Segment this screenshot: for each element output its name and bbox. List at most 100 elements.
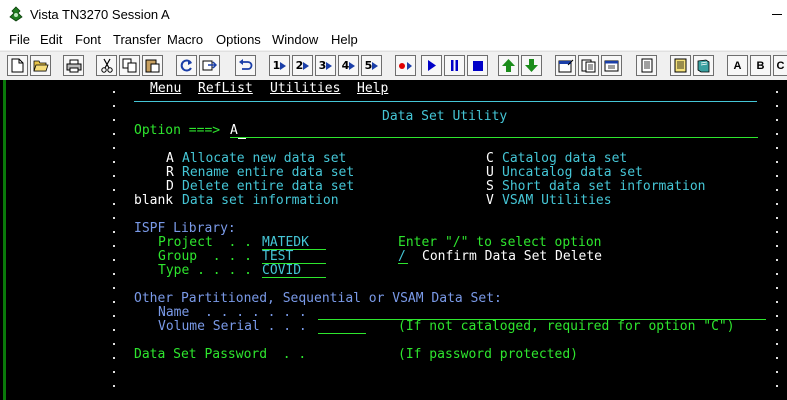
play-small-icon bbox=[372, 61, 379, 70]
paste-icon bbox=[145, 59, 160, 73]
option-desc-allocate: Allocate new data set bbox=[182, 151, 347, 166]
folder-open-icon bbox=[32, 60, 49, 72]
notes-button[interactable] bbox=[670, 55, 691, 76]
volume-serial-input[interactable] bbox=[318, 333, 366, 334]
library-header: ISPF Library: bbox=[134, 221, 236, 236]
undo-icon bbox=[239, 59, 253, 70]
macro-1-button[interactable]: 1 bbox=[269, 55, 290, 76]
help-book-button[interactable] bbox=[693, 55, 714, 76]
toolbar: 1 2 3 4 5 A B C bbox=[0, 51, 787, 80]
new-document-button[interactable] bbox=[7, 55, 28, 76]
option-key-c: C bbox=[486, 151, 494, 166]
option-desc-catalog: Catalog data set bbox=[502, 151, 628, 166]
option-desc-rename: Rename entire data set bbox=[182, 165, 355, 180]
cut-button[interactable] bbox=[96, 55, 117, 76]
file-transfer-button[interactable] bbox=[636, 55, 657, 76]
key-c-button[interactable]: C bbox=[773, 55, 787, 76]
play-small-icon bbox=[349, 61, 356, 70]
paste-button[interactable] bbox=[142, 55, 163, 76]
terminal-border bbox=[3, 80, 6, 400]
name-label: Name . . . . . . . bbox=[158, 305, 307, 320]
margin-dot bbox=[113, 231, 115, 233]
confirm-delete-input[interactable]: / bbox=[398, 250, 406, 264]
margin-dot bbox=[113, 385, 115, 387]
action-bar-separator bbox=[134, 101, 757, 102]
key-a-button[interactable]: A bbox=[727, 55, 748, 76]
copy-button[interactable] bbox=[119, 55, 140, 76]
play-small-icon bbox=[303, 61, 310, 70]
margin-dot bbox=[776, 91, 778, 93]
menu-font[interactable]: Font bbox=[75, 32, 101, 47]
margin-dot bbox=[776, 119, 778, 121]
type-input[interactable]: COVID bbox=[262, 264, 301, 278]
minimize-button[interactable] bbox=[760, 0, 787, 30]
group-input[interactable]: TEST bbox=[262, 250, 293, 264]
option-desc-vsam: VSAM Utilities bbox=[502, 193, 612, 208]
refresh-button[interactable] bbox=[176, 55, 197, 76]
stop-macro-button[interactable] bbox=[467, 55, 488, 76]
option-key-r: R bbox=[166, 165, 174, 180]
reconnect-button[interactable] bbox=[199, 55, 220, 76]
pause-macro-button[interactable] bbox=[444, 55, 465, 76]
menu-bar: File Edit Font Transfer Macro Options Wi… bbox=[0, 30, 787, 50]
menu-edit[interactable]: Edit bbox=[40, 32, 62, 47]
open-folder-button[interactable] bbox=[30, 55, 51, 76]
margin-dot bbox=[113, 119, 115, 121]
margin-dot bbox=[113, 175, 115, 177]
keyboard-map-button[interactable] bbox=[578, 55, 599, 76]
type-label: Type . . . . bbox=[158, 263, 252, 278]
play-macro-button[interactable] bbox=[421, 55, 442, 76]
margin-dot bbox=[113, 245, 115, 247]
margin-dot bbox=[113, 357, 115, 359]
margin-dot bbox=[113, 315, 115, 317]
option-input[interactable]: A bbox=[230, 124, 238, 138]
margin-dot bbox=[776, 217, 778, 219]
margin-dot bbox=[776, 273, 778, 275]
margin-dot bbox=[776, 287, 778, 289]
session-settings-button[interactable] bbox=[555, 55, 576, 76]
macro-2-button[interactable]: 2 bbox=[292, 55, 313, 76]
menu-help[interactable]: Help bbox=[331, 32, 358, 47]
print-button[interactable] bbox=[63, 55, 84, 76]
menu-options[interactable]: Options bbox=[216, 32, 261, 47]
ispf-menu-reflist[interactable]: RefList bbox=[198, 82, 253, 96]
panel-title: Data Set Utility bbox=[382, 109, 508, 124]
page-down-button[interactable] bbox=[521, 55, 542, 76]
password-label: Data Set Password . . bbox=[134, 347, 307, 362]
scissors-icon bbox=[100, 58, 113, 73]
option-key-blank: blank bbox=[134, 193, 174, 208]
margin-dot bbox=[113, 161, 115, 163]
undo-button[interactable] bbox=[235, 55, 256, 76]
refresh-icon bbox=[180, 59, 192, 72]
ispf-menu-help[interactable]: Help bbox=[357, 82, 388, 96]
menu-transfer[interactable]: Transfer bbox=[113, 32, 161, 47]
margin-dot bbox=[113, 273, 115, 275]
margin-dot bbox=[776, 385, 778, 387]
screen-capture-button[interactable] bbox=[601, 55, 622, 76]
play-icon bbox=[428, 60, 436, 71]
confirm-field-underline bbox=[398, 263, 408, 264]
menu-file[interactable]: File bbox=[9, 32, 30, 47]
macro-3-button[interactable]: 3 bbox=[315, 55, 336, 76]
menu-macro[interactable]: Macro bbox=[167, 32, 203, 47]
record-macro-button[interactable] bbox=[395, 55, 416, 76]
menu-window[interactable]: Window bbox=[272, 32, 318, 47]
volume-serial-hint: (If not cataloged, required for option "… bbox=[398, 319, 735, 334]
margin-dot bbox=[113, 105, 115, 107]
margin-dot bbox=[776, 245, 778, 247]
key-b-button[interactable]: B bbox=[750, 55, 771, 76]
margin-dot bbox=[776, 357, 778, 359]
document-stack-icon bbox=[581, 59, 595, 72]
margin-dot bbox=[776, 315, 778, 317]
option-key-s: S bbox=[486, 179, 494, 194]
pause-icon bbox=[451, 60, 458, 71]
option-field-underline bbox=[230, 137, 758, 138]
macro-4-button[interactable]: 4 bbox=[338, 55, 359, 76]
window-title: Vista TN3270 Session A bbox=[30, 7, 170, 22]
project-input[interactable]: MATEDK bbox=[262, 236, 309, 250]
macro-5-button[interactable]: 5 bbox=[361, 55, 382, 76]
terminal-screen[interactable]: Menu RefList Utilities Help Data Set Uti… bbox=[0, 80, 787, 400]
ispf-menu-menu[interactable]: Menu bbox=[150, 82, 181, 96]
ispf-menu-utilities[interactable]: Utilities bbox=[270, 82, 340, 96]
page-up-button[interactable] bbox=[498, 55, 519, 76]
